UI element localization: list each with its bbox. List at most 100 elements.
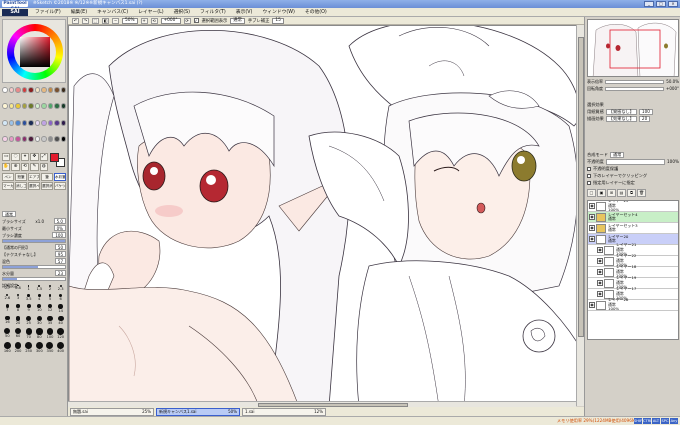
visibility-eye-icon[interactable]: ◉ bbox=[589, 214, 595, 220]
palette-swatch[interactable] bbox=[34, 135, 40, 142]
brush-size-preset[interactable]: 60 bbox=[14, 328, 22, 339]
palette-swatch[interactable] bbox=[28, 135, 34, 142]
palette-swatch[interactable] bbox=[15, 135, 21, 142]
brush-size-preset[interactable]: 40 bbox=[57, 315, 64, 325]
foreground-color-swatch[interactable] bbox=[50, 153, 59, 162]
new-layer-set-icon[interactable]: ▣ bbox=[597, 189, 606, 197]
doc-tab-untitled[interactable]: 無題.sai 25% bbox=[70, 408, 154, 416]
protect-opacity-checkbox[interactable] bbox=[587, 166, 591, 171]
tool-select-eraser[interactable]: 選択消し bbox=[41, 182, 53, 190]
layer-row[interactable]: ◉ レイヤー26 通常 100% bbox=[588, 297, 678, 311]
sample-layer-row[interactable]: 指定用レイヤーに指定 bbox=[587, 179, 679, 186]
brush-size-preset[interactable]: 350 bbox=[46, 342, 54, 353]
draw-effect-select[interactable]: 【効果なし】 bbox=[605, 115, 637, 122]
menu-filter[interactable]: フィルタ(T) bbox=[195, 8, 231, 17]
transform-icon[interactable]: ⤢ bbox=[39, 153, 48, 161]
brush-size-preset[interactable]: 3.5 bbox=[26, 294, 32, 301]
brush-size-preset[interactable]: 250 bbox=[25, 342, 33, 353]
trash-icon[interactable]: 🗑 bbox=[637, 189, 646, 197]
brush-size-preset[interactable]: 120 bbox=[57, 328, 64, 339]
min-size-value[interactable]: 0% bbox=[53, 225, 66, 231]
brush-size-preset[interactable]: 35 bbox=[47, 315, 53, 326]
visibility-eye-icon[interactable]: ◉ bbox=[597, 280, 603, 286]
palette-swatch[interactable] bbox=[41, 87, 47, 93]
brush-size-multiplier[interactable]: x1.0 bbox=[35, 218, 44, 225]
brush-size-preset[interactable]: 80 bbox=[36, 328, 43, 339]
brush-size-preset[interactable]: 8 bbox=[16, 304, 20, 312]
brush-size-preset[interactable]: 10 bbox=[37, 304, 42, 312]
drawing-canvas[interactable] bbox=[68, 25, 584, 406]
menu-window[interactable]: ウィンドウ(W) bbox=[257, 8, 299, 17]
selection-display-checkbox[interactable]: ✓ bbox=[193, 18, 199, 23]
menu-other[interactable]: その他(O) bbox=[300, 8, 332, 17]
layer-opacity-value[interactable]: 100% bbox=[667, 158, 679, 165]
palette-swatch[interactable] bbox=[15, 87, 21, 93]
brush-size-preset[interactable]: 1.5 bbox=[36, 285, 42, 291]
palette-swatch[interactable] bbox=[47, 119, 53, 126]
palette-swatch[interactable] bbox=[41, 135, 47, 142]
merge-layer-icon[interactable]: ⊞ bbox=[607, 189, 616, 197]
palette-swatch[interactable] bbox=[47, 135, 53, 142]
brush-size-preset[interactable]: 100 bbox=[47, 328, 53, 339]
palette-swatch[interactable] bbox=[34, 119, 40, 126]
tool-select-pen[interactable]: 選択ペン bbox=[28, 182, 40, 190]
tool-bucket[interactable]: バケツ bbox=[54, 182, 66, 190]
palette-swatch[interactable] bbox=[34, 103, 40, 110]
brush-size-preset[interactable]: 4 bbox=[37, 294, 41, 301]
brush-size-preset[interactable]: 200 bbox=[15, 342, 21, 353]
brush-size-preset[interactable]: 12 bbox=[48, 304, 52, 312]
texture-select[interactable]: 【通常の円形】 bbox=[2, 244, 30, 251]
saturation-value-square[interactable] bbox=[20, 37, 50, 67]
brush-size-preset[interactable]: 5 bbox=[48, 294, 52, 301]
paper-texture-select[interactable]: 【質感なし】 bbox=[605, 108, 637, 115]
new-layer-icon[interactable]: □ bbox=[587, 189, 596, 197]
clipping-checkbox[interactable] bbox=[587, 173, 591, 178]
layer-blend-select[interactable]: 通常 bbox=[609, 151, 625, 158]
zoom-out-icon[interactable]: − bbox=[112, 17, 119, 24]
menu-view[interactable]: 表示(V) bbox=[231, 8, 258, 17]
brush-size-preset[interactable]: 14 bbox=[58, 304, 63, 313]
dilution-value[interactable]: 23 bbox=[54, 270, 66, 276]
palette-swatch[interactable] bbox=[41, 119, 47, 126]
visibility-eye-icon[interactable]: ◉ bbox=[597, 291, 603, 297]
tool-watercolor[interactable]: 水彩筆 bbox=[54, 173, 66, 181]
invert-selection-icon[interactable]: ◧ bbox=[102, 17, 109, 24]
hand-icon[interactable]: ✋ bbox=[2, 162, 11, 171]
blend-texture-value[interactable]: 95 bbox=[54, 251, 66, 257]
palette-swatch[interactable] bbox=[47, 103, 53, 110]
duplicate-layer-icon[interactable]: ⧉ bbox=[627, 189, 636, 197]
visibility-eye-icon[interactable]: ◉ bbox=[589, 236, 595, 242]
protect-opacity-row[interactable]: 不透明度保護 bbox=[587, 165, 679, 172]
brush-size-preset[interactable]: 1 bbox=[28, 285, 30, 291]
brush-size-preset[interactable]: 30 bbox=[36, 315, 43, 326]
navigator-preview[interactable] bbox=[587, 19, 679, 77]
maximize-button[interactable]: □ bbox=[656, 1, 666, 7]
brush-size-preset[interactable]: 6 bbox=[59, 294, 63, 301]
palette-swatch[interactable] bbox=[34, 87, 40, 93]
zoom-in-icon[interactable]: + bbox=[140, 17, 148, 24]
brush-size-preset[interactable]: 160 bbox=[4, 342, 11, 353]
brush-size-preset[interactable]: 9 bbox=[26, 304, 31, 312]
menu-canvas[interactable]: キャンバス(C) bbox=[92, 8, 133, 17]
deselect-icon[interactable]: ⬚ bbox=[92, 17, 99, 24]
blending-value[interactable]: 57 bbox=[54, 258, 66, 264]
texture-strength[interactable]: 50 bbox=[54, 244, 66, 250]
lasso-icon[interactable]: ◌ bbox=[11, 153, 20, 161]
palette-swatch[interactable] bbox=[54, 135, 60, 142]
move-icon[interactable]: ✥ bbox=[30, 153, 39, 161]
sample-layer-checkbox[interactable] bbox=[587, 180, 591, 185]
palette-swatch[interactable] bbox=[60, 103, 66, 110]
tool-airbrush[interactable]: エアブラシ bbox=[28, 173, 40, 181]
palette-swatch[interactable] bbox=[60, 135, 66, 142]
brush-size-preset[interactable]: 25 bbox=[26, 315, 32, 326]
brush-size-preset[interactable]: 300 bbox=[35, 342, 43, 353]
minimize-button[interactable]: _ bbox=[644, 1, 654, 7]
zoom-field[interactable]: 50% bbox=[122, 17, 138, 24]
palette-swatch[interactable] bbox=[2, 103, 8, 110]
brush-size-preset[interactable]: 2.6 bbox=[4, 294, 10, 301]
palette-swatch[interactable] bbox=[21, 103, 27, 110]
redo-icon[interactable]: ↷ bbox=[82, 17, 89, 24]
nav-zoom-value[interactable]: 50.0% bbox=[666, 79, 679, 85]
visibility-eye-icon[interactable]: ◉ bbox=[589, 225, 595, 231]
layer-row[interactable]: ◉ レイヤー17 通常 100% bbox=[588, 286, 678, 300]
